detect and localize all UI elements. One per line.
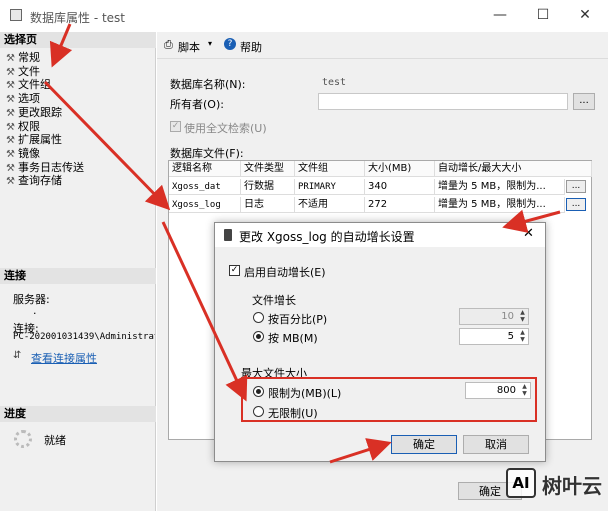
- arrow-to-limit-option: [161, 221, 248, 402]
- arrow-to-ok-button: [329, 438, 392, 464]
- arrow-to-edit-button: [502, 209, 561, 233]
- arrow-to-files-grid: [43, 80, 171, 211]
- watermark-logo: AI: [506, 468, 536, 498]
- watermark-text: 树叶云: [542, 474, 602, 498]
- annotation-arrows: [43, 23, 561, 464]
- arrow-to-files-page: [49, 23, 73, 68]
- watermark: AI 树叶云: [506, 462, 606, 506]
